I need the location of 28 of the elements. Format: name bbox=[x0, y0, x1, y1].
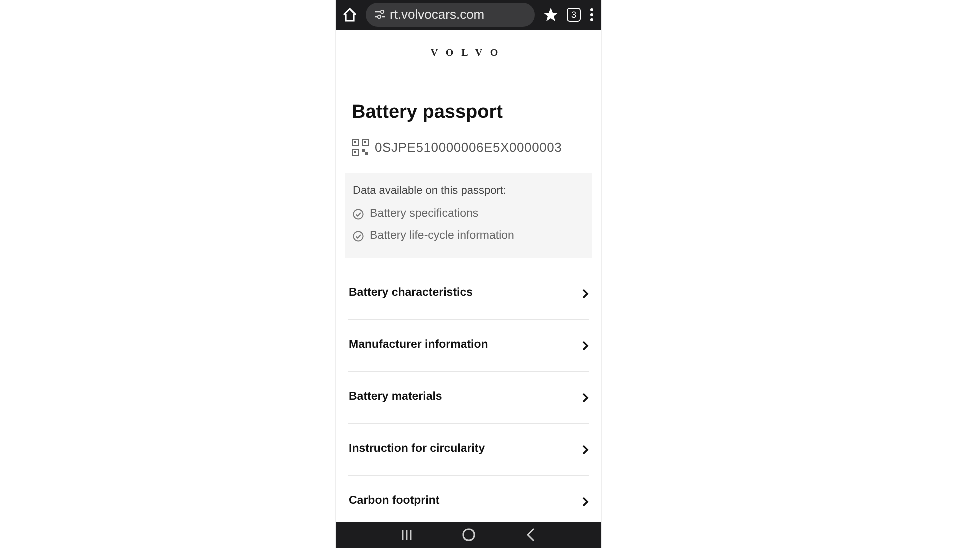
page-title: Battery passport bbox=[352, 101, 504, 125]
section-link[interactable]: Battery characteristics bbox=[348, 268, 589, 320]
check-circle-icon bbox=[353, 208, 364, 220]
chevron-right-icon bbox=[582, 288, 589, 298]
section-link[interactable]: Manufacturer information bbox=[348, 320, 589, 372]
star-icon[interactable] bbox=[543, 7, 559, 23]
back-icon[interactable] bbox=[526, 528, 536, 542]
info-item: Battery specifications bbox=[370, 206, 479, 222]
menu-icon[interactable] bbox=[589, 7, 595, 23]
chevron-right-icon bbox=[582, 392, 589, 402]
chevron-right-icon bbox=[582, 496, 589, 506]
site-settings-icon bbox=[374, 10, 386, 20]
chevron-right-icon bbox=[582, 340, 589, 350]
section-link[interactable]: Battery materials bbox=[348, 372, 589, 424]
url-text: rt.volvocars.com bbox=[390, 6, 485, 24]
info-heading: Data available on this passport: bbox=[353, 184, 508, 199]
tab-count[interactable]: 3 bbox=[567, 8, 581, 22]
address-bar[interactable]: rt.volvocars.com bbox=[366, 3, 535, 27]
home-icon[interactable] bbox=[342, 7, 358, 23]
chevron-right-icon bbox=[582, 444, 589, 454]
section-link[interactable]: Instruction for circularity bbox=[348, 424, 589, 476]
info-item: Battery life-cycle information bbox=[370, 228, 514, 244]
passport-id: 0SJPE510000006E5X0000003 bbox=[375, 138, 562, 156]
qr-code-icon bbox=[352, 138, 369, 156]
check-circle-icon bbox=[353, 230, 364, 242]
home-button-icon[interactable] bbox=[462, 528, 476, 542]
recent-apps-icon[interactable] bbox=[400, 529, 413, 541]
brand-logo: VOLVO bbox=[430, 47, 508, 61]
